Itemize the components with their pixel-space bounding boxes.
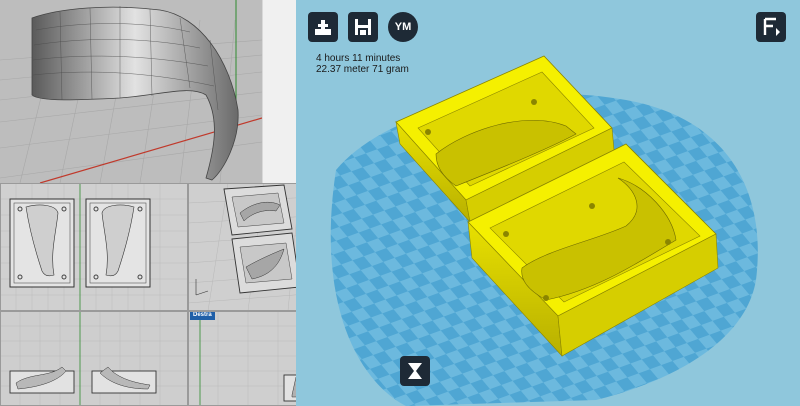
layers-icon (763, 17, 780, 36)
save-icon (355, 19, 371, 35)
front-viewport[interactable] (0, 311, 188, 406)
rotate-icon (408, 363, 422, 379)
layers-view-button[interactable] (756, 12, 786, 42)
view-mode-button[interactable]: YM (388, 12, 418, 42)
panel-divider (262, 0, 297, 183)
perspective-viewport[interactable] (0, 0, 262, 183)
save-gcode-button[interactable] (348, 12, 378, 42)
rotate-tool-button[interactable] (400, 356, 430, 386)
print-stats: 4 hours 11 minutes 22.37 meter 71 gram (316, 53, 409, 75)
perspective-grid (0, 0, 262, 183)
load-model-button[interactable] (308, 12, 338, 42)
view-mode-label: YM (394, 21, 412, 33)
top-viewport[interactable] (0, 183, 188, 311)
front-viewport-frame (0, 311, 188, 406)
print-time-text: 4 hours 11 minutes (316, 53, 401, 64)
material-usage-text: 22.37 meter 71 gram (316, 64, 409, 75)
load-icon (315, 20, 331, 35)
top-viewport-frame (0, 183, 188, 311)
